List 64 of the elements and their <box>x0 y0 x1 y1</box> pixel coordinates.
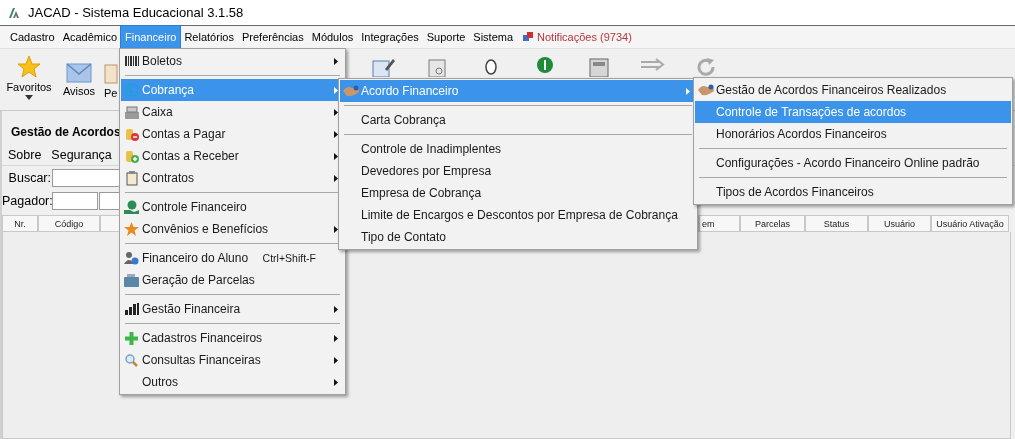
menu-item[interactable]: Relatórios <box>180 26 238 48</box>
menu-item[interactable]: Acadêmico <box>58 26 122 48</box>
shortcut-text: Ctrl+Shift-F <box>262 252 316 264</box>
calculator-icon <box>589 57 609 77</box>
column-header[interactable]: Usuário <box>868 215 931 232</box>
clipboard-icon <box>125 170 138 186</box>
menu-item[interactable]: Geração de Parcelas <box>121 269 344 291</box>
arrow-right-icon <box>641 57 665 71</box>
toolbar-button[interactable]: Favoritos <box>4 49 54 100</box>
toolbar-button[interactable]: Avisos <box>54 49 104 97</box>
star-icon <box>124 222 139 236</box>
menu-item[interactable]: Preferências <box>237 26 308 48</box>
menu-item[interactable]: Carta Cobrança <box>340 109 696 131</box>
star-icon <box>17 55 41 79</box>
menu-item[interactable]: Gestão Financeira <box>121 298 344 320</box>
column-header[interactable]: Código <box>38 215 100 232</box>
barcode-icon <box>124 56 139 66</box>
menu-item[interactable]: Devedores por Empresa <box>340 160 696 182</box>
menu-item[interactable]: Sobre <box>8 148 42 162</box>
menu-item[interactable]: Segurança <box>51 148 112 162</box>
menu-item[interactable]: Tipo de Contato <box>340 226 696 248</box>
menu-item[interactable]: Controle de Inadimplentes <box>340 138 696 160</box>
magnifier-icon <box>125 353 138 367</box>
menu-item[interactable]: Outros <box>121 371 344 393</box>
document-edit-icon <box>371 57 395 77</box>
handshake-icon <box>697 84 714 96</box>
envelope-icon <box>66 63 92 83</box>
coins-minus-icon <box>124 127 139 141</box>
menu-item[interactable]: Limite de Encargos e Descontos por Empresa de Cobrança <box>340 204 696 226</box>
menu-item[interactable]: Módulos <box>307 26 358 48</box>
person-badge-icon <box>124 251 139 265</box>
notifications-link[interactable]: Notificações (9734) <box>523 26 632 48</box>
menu-item[interactable]: Consultas Financeiras <box>121 349 344 371</box>
column-header[interactable]: Parcelas <box>740 215 805 232</box>
field-label: Pagador: <box>2 194 51 208</box>
menu-item[interactable]: Tipos de Acordos Financeiros <box>695 181 1011 203</box>
wallet-icon <box>124 273 139 287</box>
phone-icon <box>124 83 139 97</box>
notification-icon <box>523 32 534 42</box>
plus-icon <box>125 331 138 345</box>
column-header[interactable]: Status <box>805 215 868 232</box>
menu-item[interactable]: Gestão de Acordos Financeiros Realizados <box>695 79 1011 101</box>
field-label: Buscar: <box>7 171 51 185</box>
menu-item[interactable]: Cadastros Financeiros <box>121 327 344 349</box>
menu-item[interactable]: Cadastro <box>6 26 59 48</box>
input-field[interactable] <box>52 192 98 210</box>
column-header[interactable]: em <box>699 215 740 232</box>
cash-register-icon <box>124 105 139 119</box>
menu-item[interactable]: Configurações - Acordo Financeiro Online padrão <box>695 152 1011 174</box>
money-hand-icon <box>124 200 139 214</box>
app-logo-icon <box>8 6 20 19</box>
column-header[interactable]: Nr. <box>2 215 38 232</box>
menu-item[interactable]: Financeiro do Aluno Ctrl+Shift-F <box>121 247 344 269</box>
handshake-icon <box>342 85 359 97</box>
column-header[interactable]: Usuário Ativação <box>931 215 1009 232</box>
bar-chart-icon <box>124 303 139 315</box>
panel-title: Gestão de Acordos <box>11 125 121 141</box>
coins-plus-icon <box>124 149 139 163</box>
menu-item[interactable]: Suporte <box>422 26 470 48</box>
menu-item[interactable]: Integrações <box>357 26 423 48</box>
window-title: JACAD - Sistema Educacional 3.1.58 <box>28 5 244 20</box>
menu-item[interactable]: Empresa de Cobrança <box>340 182 696 204</box>
menu-item[interactable]: Honorários Acordos Financeiros <box>695 123 1011 145</box>
menu-item[interactable]: Sistema <box>469 26 518 48</box>
